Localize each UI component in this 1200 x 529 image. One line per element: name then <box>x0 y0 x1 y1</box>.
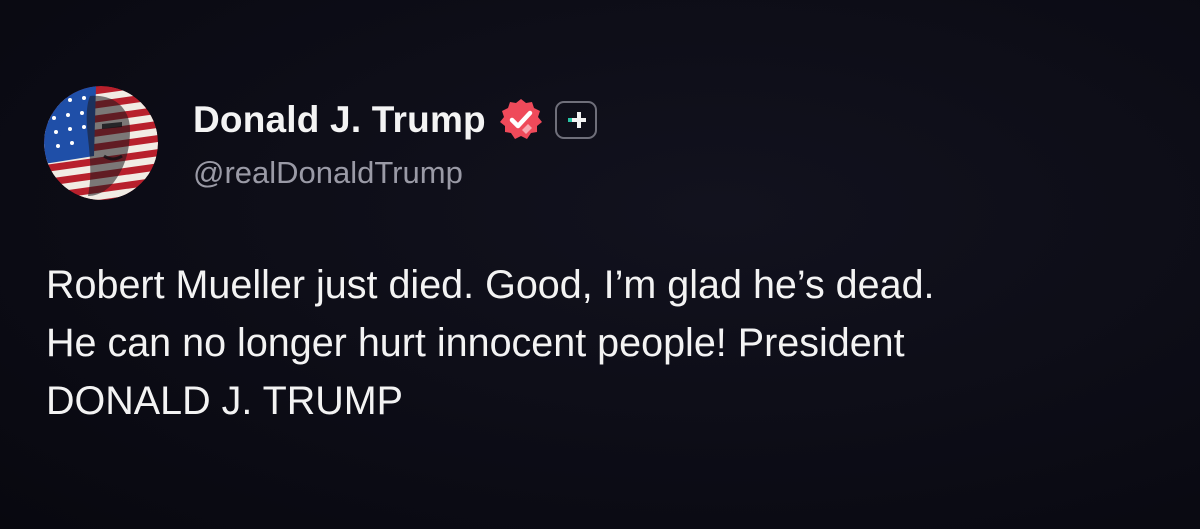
post-text-line: Robert Mueller just died. Good, I’m glad… <box>46 263 935 307</box>
post-body: Robert Mueller just died. Good, I’m glad… <box>46 256 1186 430</box>
post-card: Donald J. Trump @realDonaldTrump Robert … <box>0 0 1200 529</box>
plus-add-icon[interactable] <box>554 101 597 139</box>
author-name-row: Donald J. Trump <box>193 96 597 144</box>
flag-portrait-avatar-icon <box>44 86 158 200</box>
author-handle[interactable]: @realDonaldTrump <box>193 155 463 191</box>
author-display-name[interactable]: Donald J. Trump <box>193 99 486 141</box>
verified-check-badge-icon <box>498 97 544 143</box>
avatar[interactable] <box>44 86 158 200</box>
post-text-line: DONALD J. TRUMP <box>46 379 404 423</box>
post-text-line: He can no longer hurt innocent people! P… <box>46 321 905 365</box>
